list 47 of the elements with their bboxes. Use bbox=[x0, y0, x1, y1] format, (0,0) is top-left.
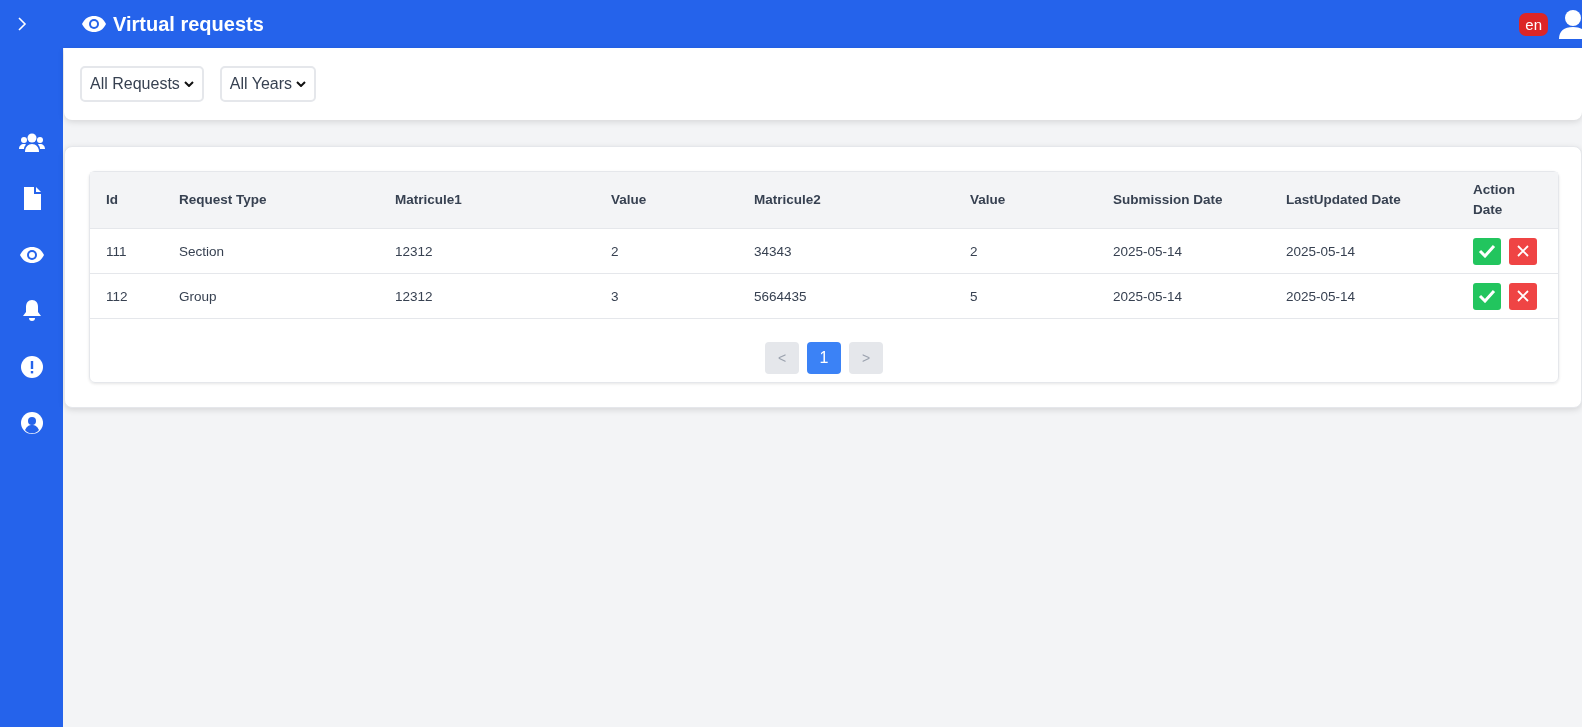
close-icon bbox=[1517, 245, 1529, 257]
column-header: Value bbox=[970, 191, 1007, 209]
table-cell-text: 12312 bbox=[395, 288, 434, 304]
column-header: Id bbox=[106, 191, 119, 209]
page-title: Virtual requests bbox=[113, 12, 265, 36]
table-cell-text: 5 bbox=[970, 288, 979, 304]
column-header: Request Type bbox=[179, 191, 268, 209]
alert-icon[interactable] bbox=[20, 356, 43, 378]
filter-dropdown[interactable]: All Requests bbox=[80, 66, 204, 102]
table-cell-text: 5664435 bbox=[754, 288, 808, 304]
caret-icon bbox=[296, 81, 307, 87]
column-header: Matricule1 bbox=[395, 191, 463, 209]
table-cell-text: Group bbox=[179, 288, 218, 304]
check-icon bbox=[1478, 244, 1496, 258]
eye-icon[interactable] bbox=[18, 246, 45, 264]
caret-icon bbox=[183, 81, 194, 87]
table-cell-text: 2 bbox=[611, 243, 620, 259]
column-header: Action Date bbox=[1473, 181, 1516, 219]
table-cell-text: 2025-05-14 bbox=[1286, 288, 1357, 304]
filter-dropdown[interactable]: All Years bbox=[219, 66, 317, 102]
reject-button[interactable] bbox=[1509, 282, 1537, 310]
page-button[interactable]: 1 bbox=[807, 342, 841, 374]
close-icon bbox=[1517, 290, 1529, 302]
column-header: Submission Date bbox=[1113, 191, 1224, 209]
user-icon[interactable] bbox=[1558, 9, 1582, 39]
column-header: Matricule2 bbox=[754, 191, 822, 209]
table-cell-text: Section bbox=[179, 243, 226, 259]
column-header: LastUpdated Date bbox=[1286, 191, 1402, 209]
language-button[interactable]: en bbox=[1519, 12, 1548, 36]
table-cell-text: 112 bbox=[106, 288, 129, 304]
table-cell-text: 2025-05-14 bbox=[1286, 243, 1357, 259]
table-cell-text: 2025-05-14 bbox=[1113, 288, 1184, 304]
eye-icon[interactable] bbox=[81, 15, 107, 33]
users-icon[interactable] bbox=[18, 132, 45, 154]
expand-icon[interactable] bbox=[16, 16, 27, 32]
table-cell-text: 2 bbox=[970, 243, 979, 259]
user-circle-icon[interactable] bbox=[20, 412, 43, 434]
table-cell-text: 2025-05-14 bbox=[1113, 243, 1184, 259]
check-icon bbox=[1478, 289, 1496, 303]
document-icon[interactable] bbox=[21, 187, 42, 211]
reject-button[interactable] bbox=[1509, 237, 1537, 265]
table-cell-text: 12312 bbox=[395, 243, 434, 259]
table-cell-text: 111 bbox=[106, 243, 128, 259]
table-cell-text: 34343 bbox=[754, 243, 793, 259]
column-header: Value bbox=[611, 191, 648, 209]
table-cell-text: 3 bbox=[611, 288, 620, 304]
bell-icon[interactable] bbox=[21, 299, 42, 323]
